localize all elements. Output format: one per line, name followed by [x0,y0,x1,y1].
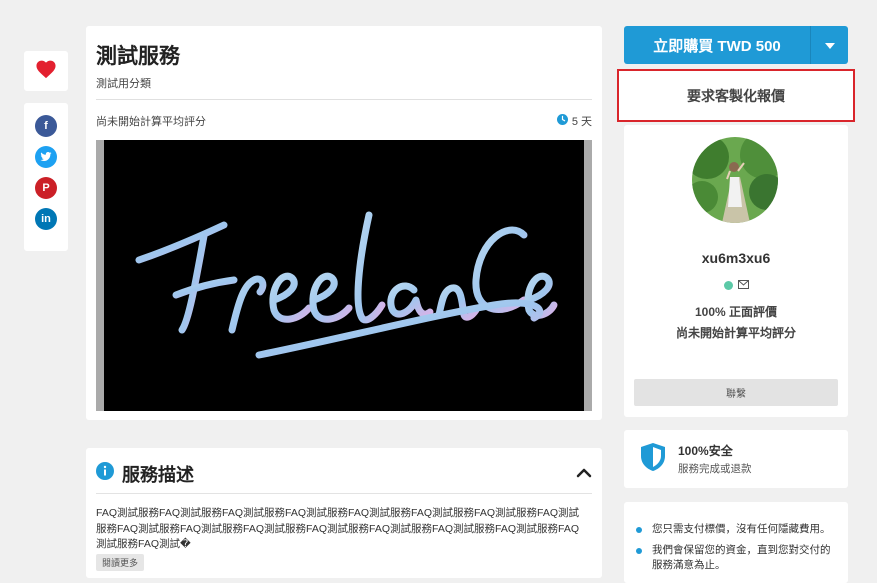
facebook-icon[interactable]: f [35,115,57,137]
info-icon [96,462,114,485]
service-title: 測試服務 [96,45,180,68]
share-panel: f P in [24,103,68,251]
freelance-lettering [135,211,558,359]
seller-positive-rating: 100% 正面評價 [694,305,778,319]
favorite-card [24,51,68,91]
clock-icon [556,114,568,128]
seller-card: xu6m3xu6 100% 正面評價 尚未開始計算平均評分 聯繫 [624,125,848,417]
safety-subtitle: 服務完成或退款 [678,463,752,475]
description-card: 服務描述 FAQ測試服務FAQ測試服務FAQ測試服務FAQ測試服務FAQ測試服務… [86,448,602,578]
description-header[interactable]: 服務描述 [96,462,592,494]
guarantee-item: 您只需支付標價，沒有任何隱藏費用。 [636,522,838,537]
guarantee-item: 我們會保留您的資金，直到您對交付的服務滿意為止。 [636,543,838,573]
description-title: 服務描述 [122,464,194,485]
guarantee-text: 我們會保留您的資金，直到您對交付的服務滿意為止。 [652,544,831,571]
twitter-icon[interactable] [35,146,57,168]
delivery-time: 5 天 [556,113,592,129]
delivery-days: 5 天 [571,116,592,128]
guarantee-text: 您只需支付標價，沒有任何隱藏費用。 [652,523,831,535]
online-indicator [723,280,733,290]
cover-image [96,140,592,411]
caret-down-icon [824,36,835,54]
contact-button[interactable]: 聯繫 [634,379,838,406]
service-card: 測試服務 測試用分類 尚未開始計算平均評分 5 天 [86,26,602,420]
safety-title: 100%安全 [678,444,733,458]
seller-avatar[interactable] [692,137,778,223]
pinterest-icon[interactable]: P [35,177,57,199]
description-text: FAQ測試服務FAQ測試服務FAQ測試服務FAQ測試服務FAQ測試服務FAQ測試… [96,507,580,550]
envelope-icon[interactable] [737,276,749,294]
buy-options-toggle[interactable] [810,26,848,64]
rating-row: 尚未開始計算平均評分 5 天 [96,113,592,129]
seller-status [624,276,848,294]
linkedin-icon[interactable]: in [35,208,57,230]
heart-icon[interactable] [35,59,57,84]
chevron-up-icon[interactable] [576,465,592,483]
seller-average-rating: 尚未開始計算平均評分 [675,326,796,340]
bullet-icon [636,548,642,554]
seller-username[interactable]: xu6m3xu6 [624,250,848,266]
divider [96,99,592,100]
shield-icon [640,442,666,477]
rating-status: 尚未開始計算平均評分 [96,116,206,128]
bullet-icon [636,527,642,533]
safety-card: 100%安全 服務完成或退款 [624,430,848,488]
buy-now-button-group: 立即購買 TWD 500 [624,26,848,64]
buy-now-button[interactable]: 立即購買 TWD 500 [624,26,810,64]
service-category: 測試用分類 [96,78,151,90]
custom-quote-button[interactable]: 要求客製化報價 [617,69,855,122]
guarantee-card: 您只需支付標價，沒有任何隱藏費用。 我們會保留您的資金，直到您對交付的服務滿意為… [624,502,848,583]
read-more-button[interactable]: 閱讀更多 [96,554,145,571]
